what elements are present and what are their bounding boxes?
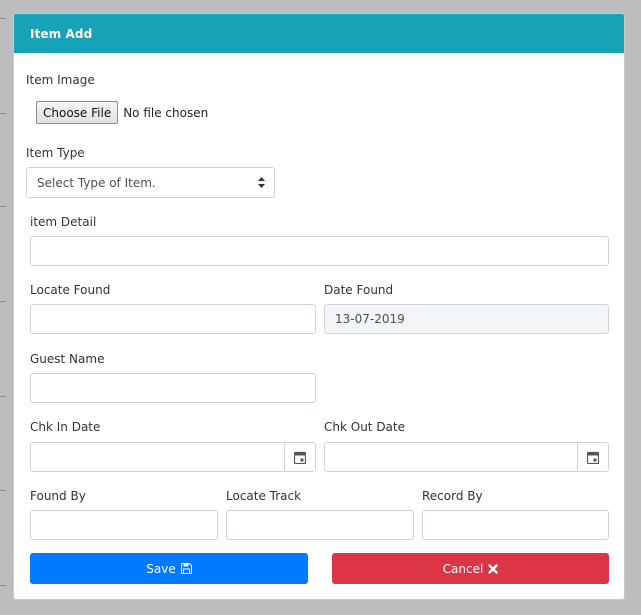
calendar-icon [294,451,306,464]
save-button-label: Save [146,561,176,576]
item-detail-input[interactable] [30,236,609,266]
locate-track-input[interactable] [226,510,414,540]
chk-out-date-input[interactable] [324,442,609,472]
item-type-select[interactable]: Select Type of Item. [26,167,275,198]
modal-header: Item Add [14,14,624,53]
modal-title: Item Add [30,26,93,41]
item-type-selected-value: Select Type of Item. [37,175,156,190]
calendar-icon [587,451,599,464]
item-image-file-input[interactable]: Choose File No file chosen [36,101,208,124]
file-status-text: No file chosen [123,105,209,120]
item-image-label: Item Image [26,73,95,87]
locate-found-label: Locate Found [30,283,111,297]
guest-name-label: Guest Name [30,352,105,366]
save-button[interactable]: Save [30,553,308,584]
record-by-input[interactable] [422,510,609,540]
date-found-input[interactable]: 13-07-2019 [324,304,609,334]
date-found-label: Date Found [324,283,394,297]
guest-name-input[interactable] [30,373,316,403]
locate-found-input[interactable] [30,304,316,334]
item-add-modal: Item Add Item Image Choose File No file … [13,13,625,600]
cancel-button[interactable]: Cancel [332,553,609,584]
sort-arrows-icon [258,177,265,188]
chk-in-date-input[interactable] [30,442,316,472]
chk-in-date-label: Chk In Date [30,420,101,434]
floppy-disk-icon [180,563,192,574]
found-by-input[interactable] [30,510,218,540]
choose-file-button[interactable]: Choose File [36,101,119,124]
item-type-label: Item Type [26,146,85,160]
chk-out-date-label: Chk Out Date [324,420,405,434]
item-detail-label: item Detail [30,215,97,229]
found-by-label: Found By [30,489,86,503]
chk-out-calendar-button[interactable] [577,443,608,471]
chk-in-calendar-button[interactable] [284,443,315,471]
record-by-label: Record By [422,489,483,503]
cancel-button-label: Cancel [442,561,484,576]
locate-track-label: Locate Track [226,489,302,503]
x-icon [488,563,499,574]
